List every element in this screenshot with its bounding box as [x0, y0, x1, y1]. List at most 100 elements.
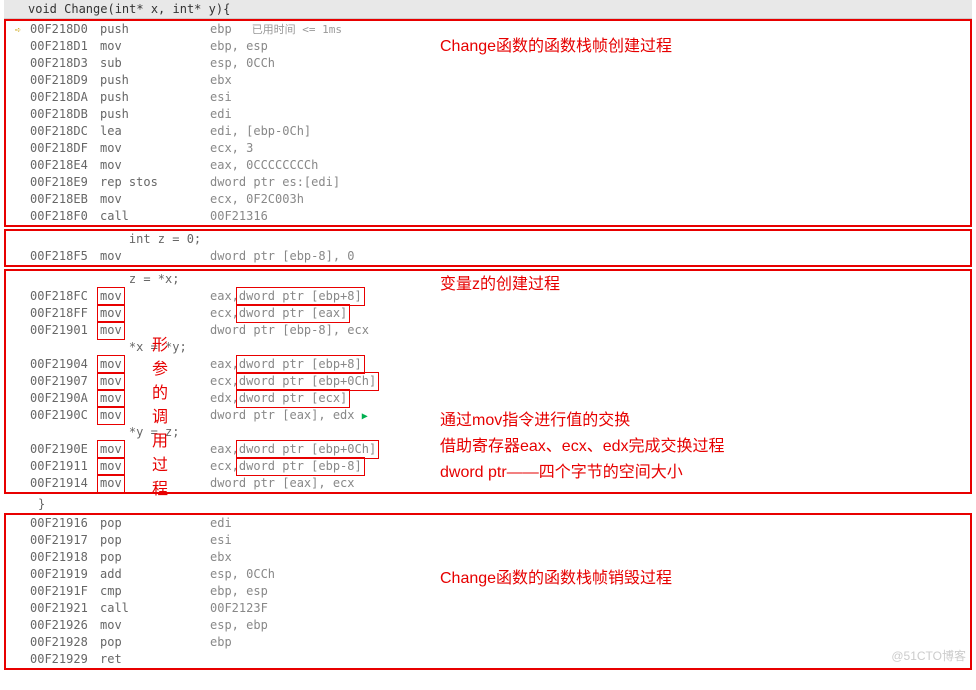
addr: 00F2190A [30, 390, 100, 407]
addr: 00F218D3 [30, 55, 100, 72]
source-line: int z = 0; [30, 231, 201, 248]
vert-char: 程 [150, 478, 170, 502]
asm-row: 00F218D3subesp, 0CCh [6, 55, 970, 72]
addr: 00F21917 [30, 532, 100, 549]
operand: edi [210, 515, 232, 532]
mnemonic: mov [100, 248, 210, 265]
mnemonic: push [100, 89, 210, 106]
addr: 00F2190C [30, 407, 100, 424]
operand: ecx, [210, 374, 239, 388]
annotation-swap1: 通过mov指令进行值的交换 [440, 406, 630, 430]
mov-box: mov [97, 474, 125, 493]
operand: ebp [210, 21, 232, 38]
annotation-varz: 变量z的创建过程 [440, 270, 560, 294]
addr: 00F218D1 [30, 38, 100, 55]
stack-frame-destroy-box: 00F21916popedi00F21917popesi00F21918pope… [4, 513, 972, 670]
asm-row: 00F21928popebp [6, 634, 970, 651]
mnemonic: call [100, 600, 210, 617]
addr: 00F218DF [30, 140, 100, 157]
annotation-destroy: Change函数的函数栈帧销毁过程 [440, 564, 672, 588]
mnemonic: mov [100, 191, 210, 208]
closing-brace: } [28, 496, 45, 513]
asm-row: 00F218DApushesi [6, 89, 970, 106]
addr: 00F21929 [30, 651, 100, 668]
vertical-annotation: 形参的调用过程 [150, 334, 170, 502]
mnemonic: lea [100, 123, 210, 140]
addr: 00F21911 [30, 458, 100, 475]
vert-char: 形 [150, 334, 170, 358]
addr: 00F21901 [30, 322, 100, 339]
operand: ebp, esp [210, 38, 268, 55]
addr: 00F21907 [30, 373, 100, 390]
asm-row: 00F218E9rep stosdword ptr es:[edi] [6, 174, 970, 191]
addr: 00F218F5 [30, 248, 100, 265]
mnemonic: add [100, 566, 210, 583]
mnemonic: ret [100, 651, 210, 668]
mnemonic: push [100, 72, 210, 89]
memref-box: dword ptr [eax] [236, 304, 350, 323]
mnemonic: mov [100, 617, 210, 634]
memref-box: dword ptr [ecx] [236, 389, 350, 408]
asm-row: 00F218D9pushebx [6, 72, 970, 89]
operand: eax, [210, 442, 239, 456]
operand: esi [210, 89, 232, 106]
operand: eax, 0CCCCCCCCh [210, 157, 318, 174]
addr: 00F218EB [30, 191, 100, 208]
operand: dword ptr [eax], edx [210, 408, 355, 422]
operand: dword ptr [ebp-8], 0 [210, 248, 355, 265]
vert-char: 参 [150, 358, 170, 382]
operand: ecx, 0F2C003h [210, 191, 304, 208]
addr: 00F21919 [30, 566, 100, 583]
operand: dword ptr [ebp-8], ecx [210, 322, 369, 339]
vert-char: 调 [150, 406, 170, 430]
asm-row: 00F21917popesi [6, 532, 970, 549]
operand: dword ptr es:[edi] [210, 174, 340, 191]
operand: 00F21316 [210, 208, 268, 225]
memref-box: dword ptr [ebp-8] [236, 457, 365, 476]
annotation-swap3: dword ptr——四个字节的空间大小 [440, 458, 683, 482]
addr: 00F2190E [30, 441, 100, 458]
mnemonic: push [100, 21, 210, 38]
mnemonic: pop [100, 532, 210, 549]
addr: 00F21914 [30, 475, 100, 492]
operand: esp, 0CCh [210, 55, 275, 72]
vert-char: 过 [150, 454, 170, 478]
operand: esp, ebp [210, 617, 268, 634]
mnemonic: mov [100, 140, 210, 157]
operand: dword ptr [eax], ecx [210, 475, 355, 492]
mnemonic: pop [100, 549, 210, 566]
addr: 00F218DB [30, 106, 100, 123]
operand: eax, [210, 289, 239, 303]
addr: 00F21921 [30, 600, 100, 617]
current-line-icon: ➪ [15, 25, 21, 36]
mnemonic: pop [100, 634, 210, 651]
operand: 00F2123F [210, 600, 268, 617]
addr: 00F218DC [30, 123, 100, 140]
asm-row: 00F21921call00F2123F [6, 600, 970, 617]
operand: ebx [210, 72, 232, 89]
asm-row: 00F218F0call00F21316 [6, 208, 970, 225]
vert-char: 的 [150, 382, 170, 406]
mnemonic: push [100, 106, 210, 123]
asm-row: 00F218EBmovecx, 0F2C003h [6, 191, 970, 208]
addr: 00F218D9 [30, 72, 100, 89]
watermark: @51CTO博客 [891, 647, 966, 664]
mnemonic: pop [100, 515, 210, 532]
addr: 00F21918 [30, 549, 100, 566]
addr: 00F218FC [30, 288, 100, 305]
annotation-swap2: 借助寄存器eax、ecx、edx完成交换过程 [440, 432, 725, 456]
addr: 00F218FF [30, 305, 100, 322]
function-signature: void Change(int* x, int* y){ [4, 0, 972, 19]
asm-row: 00F218DBpushedi [6, 106, 970, 123]
asm-row: 00F218DCleaedi, [ebp-0Ch] [6, 123, 970, 140]
addr: 00F21904 [30, 356, 100, 373]
mnemonic: sub [100, 55, 210, 72]
addr: 00F218E4 [30, 157, 100, 174]
addr: 00F21928 [30, 634, 100, 651]
addr: 00F218F0 [30, 208, 100, 225]
asm-row: 00F218E4moveax, 0CCCCCCCCh [6, 157, 970, 174]
timing-hint: 已用时间 <= 1ms [252, 21, 342, 38]
operand: ebp, esp [210, 583, 268, 600]
operand: ecx, [210, 306, 239, 320]
operand: eax, [210, 357, 239, 371]
